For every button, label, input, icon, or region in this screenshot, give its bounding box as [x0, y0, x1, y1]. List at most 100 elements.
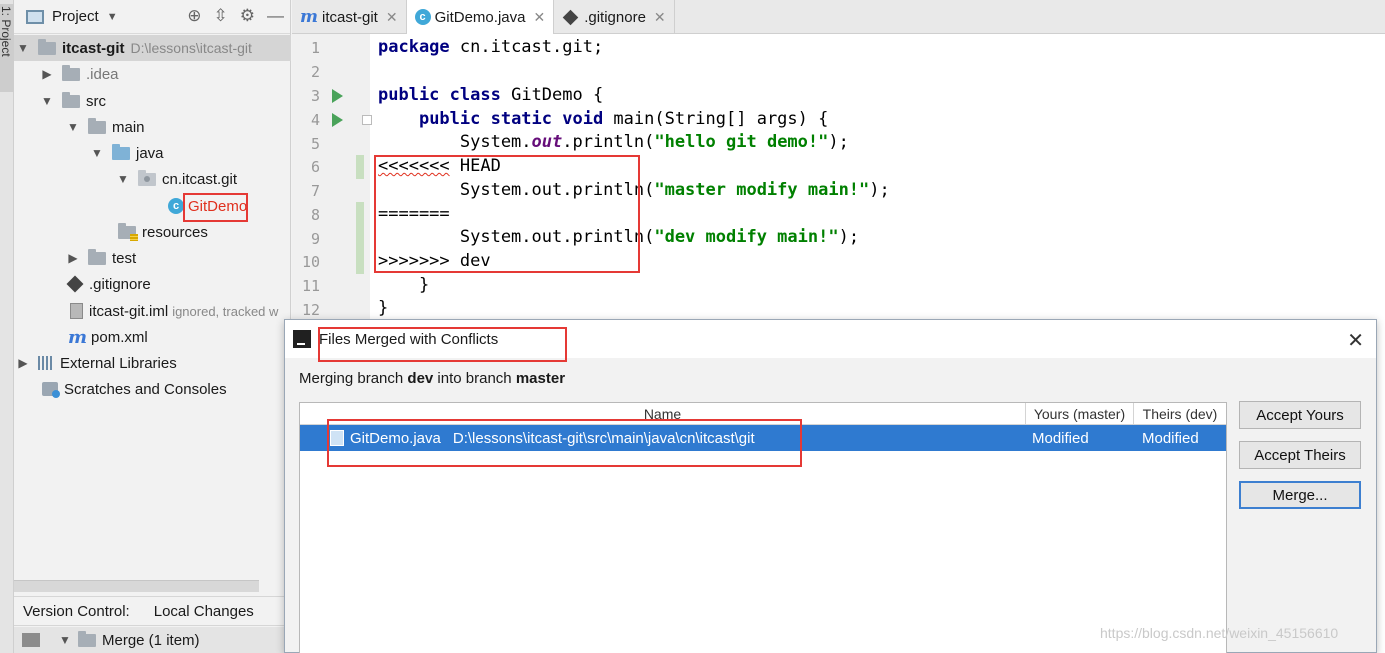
chevron-down-icon[interactable]: ▼ — [58, 633, 72, 647]
tree-item-java[interactable]: ▼ java — [14, 140, 291, 166]
close-icon[interactable]: ✕ — [386, 9, 398, 26]
code-line-7: System.out.println("master modify main!"… — [378, 180, 890, 200]
folder-icon — [78, 630, 96, 647]
accept-theirs-button[interactable]: Accept Theirs — [1239, 441, 1361, 469]
project-panel: Project ▼ ⊕ ⇳ ⚙ — ▼ itcast-git D:\lesson… — [14, 0, 291, 653]
maven-icon: m — [300, 7, 318, 27]
tab-gitignore[interactable]: .gitignore ✕ — [554, 0, 675, 34]
tree-item-src[interactable]: ▼ src — [14, 88, 291, 114]
run-icon[interactable] — [332, 89, 343, 103]
editor-tabs: m itcast-git ✕ c GitDemo.java ✕ .gitigno… — [292, 0, 1385, 34]
code-line-12: } — [378, 298, 389, 318]
close-icon[interactable]: ✕ — [1347, 328, 1364, 353]
chevron-down-icon[interactable]: ▼ — [66, 120, 80, 134]
tree-item-gitignore[interactable]: .gitignore — [14, 271, 291, 297]
column-header-theirs[interactable]: Theirs (dev) — [1134, 403, 1226, 425]
code-line-1: package cn.itcast.git; — [378, 37, 604, 57]
column-header-yours[interactable]: Yours (master) — [1026, 403, 1134, 425]
tab-local-changes[interactable]: Local Changes — [154, 603, 254, 620]
conflict-file-name: GitDemo.java — [350, 429, 441, 447]
code-line-10: >>>>>>> dev — [378, 251, 491, 271]
folder-icon — [88, 117, 106, 134]
left-tool-strip: 1: Project — [0, 0, 14, 653]
project-panel-tools: ⊕ ⇳ ⚙ — — [187, 6, 284, 26]
dialog-message: Merging branch dev into branch master — [299, 370, 566, 387]
project-panel-header: Project ▼ ⊕ ⇳ ⚙ — — [14, 0, 290, 34]
tab-gitdemo-java[interactable]: c GitDemo.java ✕ — [406, 0, 555, 34]
gear-icon[interactable]: ⚙ — [240, 6, 255, 26]
tree-item-label: resources — [142, 223, 208, 241]
chevron-down-icon[interactable]: ▼ — [90, 146, 104, 160]
line-number: 7 — [310, 182, 320, 200]
close-icon[interactable]: ✕ — [533, 9, 545, 26]
table-row[interactable]: GitDemo.java D:\lessons\itcast-git\src\m… — [300, 425, 1226, 451]
tree-item-test[interactable]: ▶ test — [14, 245, 291, 271]
merge-button[interactable]: Merge... — [1239, 481, 1361, 509]
collapse-all-icon[interactable]: ⇳ — [214, 6, 228, 26]
tree-item-resources[interactable]: resources — [14, 219, 291, 245]
project-tool-tab[interactable]: 1: Project — [0, 4, 14, 92]
line-number: 3 — [310, 87, 320, 105]
line-number: 9 — [310, 230, 320, 248]
fold-icon[interactable] — [362, 115, 372, 125]
tree-item-hint: ignored, tracked w — [172, 303, 279, 319]
tree-item-idea[interactable]: ▶ .idea — [14, 61, 291, 87]
line-number: 11 — [301, 277, 320, 295]
changelist-icon — [22, 633, 40, 647]
tab-itcast-git[interactable]: m itcast-git ✕ — [292, 0, 407, 34]
tab-label: GitDemo.java — [434, 8, 526, 26]
chevron-down-icon[interactable]: ▼ — [40, 94, 54, 108]
changelist-label: Merge (1 item) — [102, 631, 200, 649]
change-marker — [356, 155, 364, 179]
tree-item-label: test — [112, 249, 137, 267]
chevron-right-icon[interactable]: ▶ — [66, 251, 80, 265]
close-icon[interactable]: ✕ — [654, 9, 666, 26]
library-icon — [38, 356, 54, 370]
tree-item-cn-itcast-git[interactable]: ▼ cn.itcast.git — [14, 166, 291, 192]
version-control-label: Version Control: — [23, 602, 130, 620]
changelist-merge[interactable]: ▼ Merge (1 item) — [14, 627, 291, 653]
java-class-icon: c — [168, 198, 184, 214]
git-icon — [66, 275, 84, 293]
chevron-right-icon[interactable]: ▶ — [16, 356, 30, 370]
tree-item-label: .gitignore — [89, 275, 151, 293]
chevron-down-icon[interactable]: ▼ — [107, 11, 118, 23]
tree-item-main[interactable]: ▼ main — [14, 114, 291, 140]
locate-file-icon[interactable]: ⊕ — [187, 6, 201, 26]
minimize-icon[interactable]: — — [267, 6, 284, 26]
dialog-title: Files Merged with Conflicts — [319, 330, 499, 348]
run-icon[interactable] — [332, 113, 343, 127]
line-number: 10 — [301, 253, 320, 271]
conflict-theirs-status: Modified — [1142, 429, 1199, 447]
tree-item-external-libraries[interactable]: ▶ External Libraries — [14, 350, 291, 376]
accept-yours-button[interactable]: Accept Yours — [1239, 401, 1361, 429]
chevron-down-icon[interactable]: ▼ — [116, 172, 130, 186]
column-header-name[interactable]: Name — [300, 403, 1026, 425]
horizontal-scrollbar[interactable] — [14, 580, 259, 592]
line-number: 6 — [310, 158, 320, 176]
tree-item-scratches[interactable]: Scratches and Consoles — [14, 376, 291, 402]
git-icon — [562, 9, 579, 25]
conflicts-table: Name Yours (master) Theirs (dev) GitDemo… — [299, 402, 1227, 653]
tree-item-pom[interactable]: m pom.xml — [14, 324, 291, 350]
chevron-right-icon[interactable]: ▶ — [40, 67, 54, 81]
package-icon — [138, 169, 156, 186]
line-number: 2 — [310, 63, 320, 81]
tree-item-label: itcast-git — [62, 39, 125, 57]
tree-item-gitdemo[interactable]: c GitDemo — [14, 193, 291, 219]
tree-item-itcast-git[interactable]: ▼ itcast-git D:\lessons\itcast-git — [14, 35, 291, 61]
project-view-selector[interactable]: Project — [52, 8, 99, 25]
folder-icon — [88, 248, 106, 265]
folder-icon — [38, 38, 56, 55]
conflict-file-path: D:\lessons\itcast-git\src\main\java\cn\i… — [452, 429, 755, 447]
chevron-down-icon[interactable]: ▼ — [16, 41, 30, 55]
line-number: 4 — [310, 111, 320, 129]
tree-item-hint: D:\lessons\itcast-git — [130, 40, 252, 56]
code-line-3: public class GitDemo { — [378, 85, 604, 105]
tree-item-label: java — [136, 144, 164, 162]
tree-item-iml[interactable]: itcast-git.iml ignored, tracked w — [14, 298, 291, 324]
tree-item-label: cn.itcast.git — [162, 170, 238, 188]
conflict-file-cell: GitDemo.java D:\lessons\itcast-git\src\m… — [330, 425, 755, 451]
intellij-icon — [291, 328, 311, 348]
tree-item-label: Scratches and Consoles — [64, 380, 227, 398]
